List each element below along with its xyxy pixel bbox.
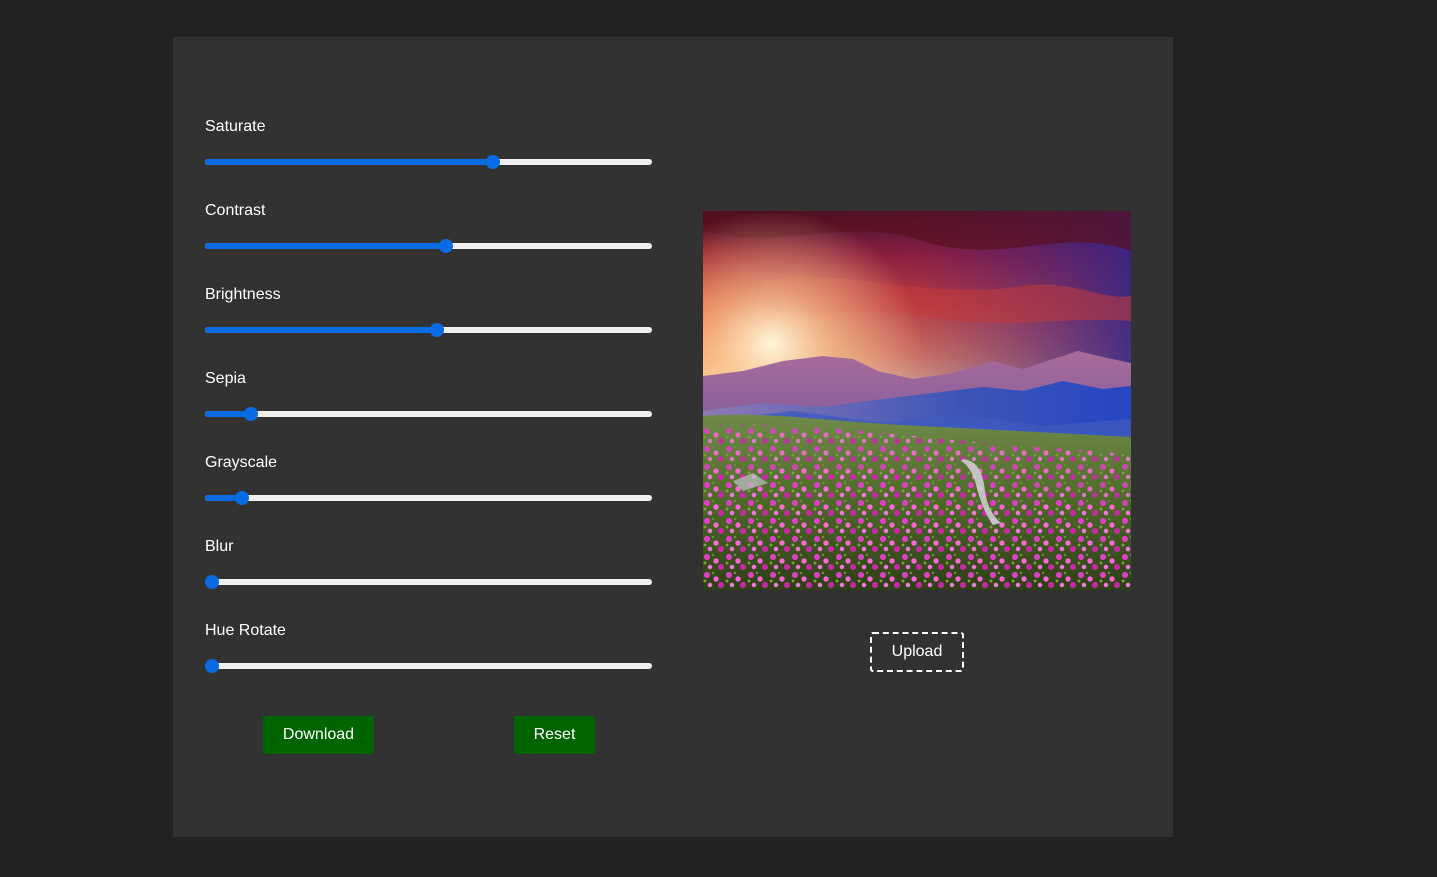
slider-thumb[interactable] (205, 575, 219, 589)
saturate-slider[interactable] (205, 155, 652, 169)
download-button[interactable]: Download (263, 716, 374, 754)
slider-track (205, 411, 652, 417)
slider-thumb[interactable] (486, 155, 501, 169)
hue-rotate-label: Hue Rotate (205, 622, 286, 639)
slider-fill (205, 327, 438, 333)
slider-track (205, 579, 652, 585)
brightness-label: Brightness (205, 286, 281, 303)
slider-thumb[interactable] (243, 407, 258, 421)
upload-button[interactable]: Upload (870, 632, 964, 672)
saturate-label: Saturate (205, 118, 266, 135)
slider-track (205, 663, 652, 669)
slider-thumb[interactable] (205, 659, 219, 673)
slider-thumb[interactable] (430, 323, 445, 337)
blur-slider[interactable] (205, 575, 652, 589)
brightness-slider[interactable] (205, 323, 652, 337)
landscape-photo-icon (703, 211, 1131, 590)
preview-image (703, 211, 1131, 590)
grayscale-slider[interactable] (205, 491, 652, 505)
contrast-label: Contrast (205, 202, 266, 219)
slider-fill (205, 159, 494, 165)
slider-thumb[interactable] (235, 491, 250, 505)
blur-label: Blur (205, 538, 234, 555)
sepia-label: Sepia (205, 370, 246, 387)
slider-track (205, 495, 652, 501)
contrast-slider[interactable] (205, 239, 652, 253)
sepia-slider[interactable] (205, 407, 652, 421)
hue-rotate-slider[interactable] (205, 659, 652, 673)
slider-fill (205, 243, 446, 249)
grayscale-label: Grayscale (205, 454, 278, 471)
editor-panel: Saturate Contrast Brightness Sepia Grays… (173, 37, 1173, 837)
reset-button[interactable]: Reset (514, 716, 595, 754)
slider-thumb[interactable] (438, 239, 453, 253)
